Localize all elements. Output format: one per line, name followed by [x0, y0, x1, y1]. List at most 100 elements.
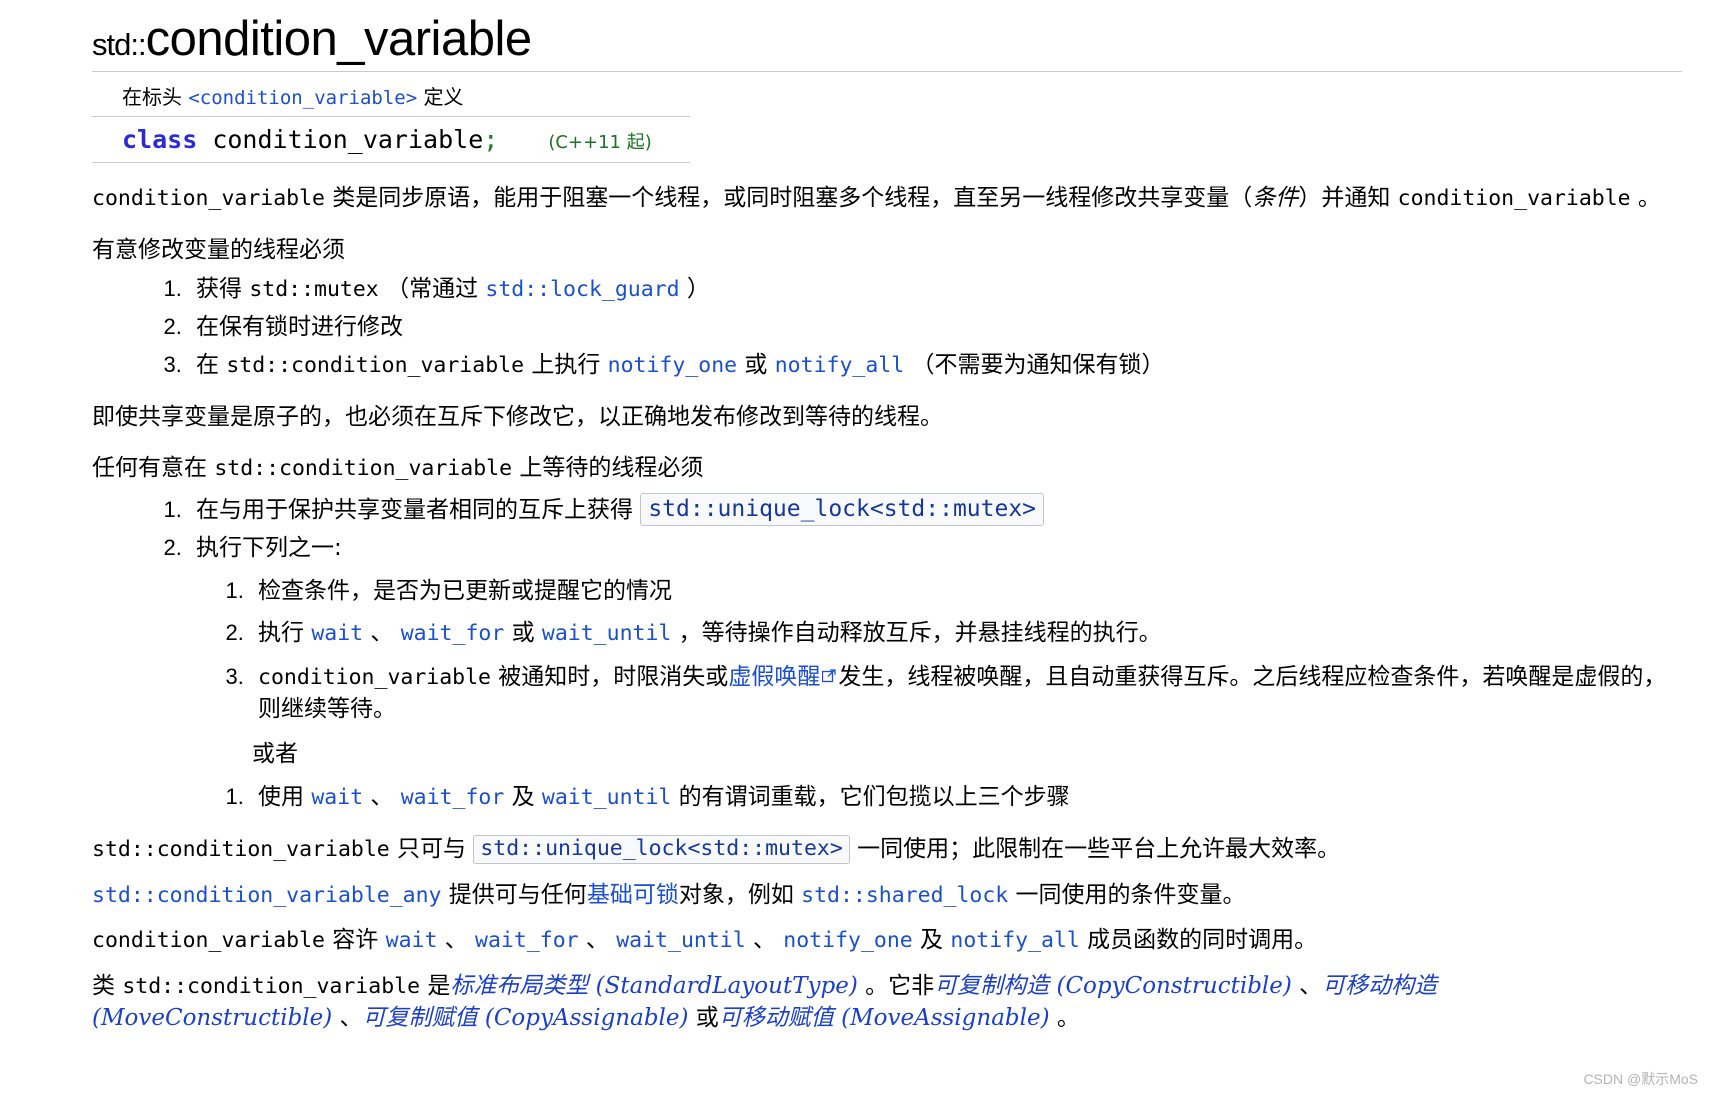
item-text: 检查条件，是否为已更新或提醒它的情况 [258, 577, 672, 604]
class-keyword: class [122, 124, 198, 154]
link-standard-layout-type[interactable]: 标准布局类型 [450, 973, 588, 999]
list-item: 在与用于保护共享变量者相同的互斥上获得 std::unique_lock<std… [188, 493, 1672, 527]
link-move-assignable-en[interactable]: (MoveAssignable) [834, 1005, 1049, 1031]
link-wait-for[interactable]: wait_for [401, 785, 505, 810]
item-sep: 、 [363, 620, 401, 647]
list-item: condition_variable 被通知时，时限消失或虚假唤醒发生，线程被唤… [250, 661, 1672, 725]
modify-intro: 有意修改变量的线程必须 [92, 236, 345, 263]
link-condition-variable-any[interactable]: std::condition_variable_any [92, 883, 442, 908]
modify-requirements-list: 获得 std::mutex （常通过 std::lock_guard ） 在保有… [92, 274, 1672, 381]
tail-code-1: std::condition_variable [92, 836, 390, 862]
intro-italic-condition: 条件 [1252, 184, 1299, 211]
intro-text-1: 类是同步原语，能用于阻塞一个线程，或同时阻塞多个线程，直至另一线程修改共享变量（ [325, 184, 1253, 211]
tail-text-9: 是 [420, 973, 451, 1000]
list-item: 执行下列之一: 检查条件，是否为已更新或提醒它的情况 执行 wait 、 wai… [188, 533, 1672, 814]
link-copy-constructible-en[interactable]: (CopyConstructible) [1049, 973, 1291, 999]
unique-lock-box-2: std::unique_lock<std::mutex> [473, 834, 850, 864]
tail-text-7: 成员函数的同时调用。 [1079, 927, 1318, 954]
intro-code-1: condition_variable [92, 185, 325, 211]
item-code: std::condition_variable [226, 352, 525, 378]
wait-alternative-list: 使用 wait 、 wait_for 及 wait_until 的有谓词重载，它… [196, 782, 1672, 814]
tail-code-2: condition_variable [92, 928, 325, 954]
link-move-constructible[interactable]: 可移动构造 [1322, 973, 1437, 999]
item-sep: 或 [504, 620, 542, 647]
defined-in-suffix: 定义 [417, 85, 464, 110]
link-standard-layout-type-en[interactable]: (StandardLayoutType) [588, 973, 858, 999]
link-spurious-wakeup[interactable]: 虚假唤醒 [728, 664, 820, 690]
item-pre: 执行 [258, 620, 312, 647]
article-body: condition_variable 类是同步原语，能用于阻塞一个线程，或同时阻… [0, 183, 1712, 1035]
item-mid-2: 或 [737, 351, 775, 378]
item-pre: 使用 [258, 784, 312, 811]
tail-text-14: 。 [1049, 1004, 1080, 1031]
item-text: 执行下列之一: [196, 534, 342, 561]
tail-sep-1: 、 [437, 927, 476, 954]
declaration-block: 在标头 <condition_variable> 定义 class condit… [92, 82, 690, 163]
declaration-row: class condition_variable; (C++11 起) [92, 117, 690, 163]
link-wait[interactable]: wait [311, 785, 363, 810]
list-item: 获得 std::mutex （常通过 std::lock_guard ） [188, 274, 1672, 306]
intro-text-3: 。 [1630, 184, 1661, 211]
list-item: 执行 wait 、 wait_for 或 wait_until ，等待操作自动释… [250, 618, 1672, 650]
intro-code-2: condition_variable [1397, 185, 1631, 211]
link-copy-assignable[interactable]: 可复制赋值 [363, 1005, 478, 1031]
declaration-code: class condition_variable; [122, 125, 498, 154]
item-code: condition_variable [258, 665, 491, 691]
item-post: ，等待操作自动释放互斥，并悬挂线程的执行。 [671, 620, 1162, 647]
link-wait[interactable]: wait [311, 621, 363, 646]
link-wait-for[interactable]: wait_for [475, 928, 579, 953]
link-copy-constructible[interactable]: 可复制构造 [934, 973, 1049, 999]
tail-text-2: 一同使用；此限制在一些平台上允许最大效率。 [849, 835, 1341, 862]
list-item: 使用 wait 、 wait_for 及 wait_until 的有谓词重载，它… [250, 782, 1672, 814]
tail-text-3: 提供可与任何 [441, 881, 587, 908]
unique-lock-box: std::unique_lock<std::mutex> [640, 493, 1045, 526]
tail-sep-4: 及 [912, 927, 951, 954]
wait-intro-code: std::condition_variable [214, 456, 513, 482]
link-wait-for[interactable]: wait_for [401, 621, 505, 646]
link-move-assignable[interactable]: 可移动赋值 [719, 1005, 834, 1031]
tail-sep-2: 、 [578, 927, 617, 954]
wait-requirements-list: 在与用于保护共享变量者相同的互斥上获得 std::unique_lock<std… [92, 493, 1672, 814]
item-mid: 被通知时，时限消失或 [491, 664, 729, 691]
item-pre: 获得 [196, 276, 250, 303]
article-page: std::condition_variable 在标头 <condition_v… [0, 0, 1712, 1097]
item-mid: （常通过 [378, 276, 486, 303]
item-text: 在与用于保护共享变量者相同的互斥上获得 [196, 497, 641, 524]
atomic-note-paragraph: 即使共享变量是原子的，也必须在互斥下修改它，以正确地发布修改到等待的线程。 [92, 403, 943, 430]
alternative-label: 或者 [252, 741, 298, 768]
link-notify-all[interactable]: notify_all [775, 353, 904, 378]
link-copy-assignable-en[interactable]: (CopyAssignable) [478, 1005, 689, 1031]
declaration-semicolon: ; [483, 124, 499, 154]
link-notify-one[interactable]: notify_one [608, 353, 737, 378]
header-link[interactable]: <condition_variable> [188, 87, 417, 109]
list-item: 在保有锁时进行修改 [188, 312, 1672, 344]
link-notify-all[interactable]: notify_all [950, 928, 1079, 953]
item-pre: 在 [196, 351, 227, 378]
wait-options-list: 检查条件，是否为已更新或提醒它的情况 执行 wait 、 wait_for 或 … [196, 576, 1672, 726]
tail-text-11: 、 [1291, 973, 1323, 1000]
link-notify-one[interactable]: notify_one [783, 928, 912, 953]
tail-text-1: 只可与 [389, 835, 474, 862]
link-wait[interactable]: wait [386, 928, 438, 953]
declaration-identifier: condition_variable [197, 124, 484, 154]
link-wait-until[interactable]: wait_until [616, 928, 745, 953]
tail-text-13: 或 [688, 1004, 719, 1031]
tail-text-12: 、 [332, 1004, 363, 1031]
list-item: 检查条件，是否为已更新或提醒它的情况 [250, 576, 1672, 608]
tail-text-8: 类 [92, 973, 123, 1000]
watermark: CSDN @默示MoS [1583, 1071, 1698, 1087]
link-wait-until[interactable]: wait_until [542, 621, 671, 646]
since-tag: (C++11 起) [548, 131, 652, 153]
page-title-namespace: std:: [92, 27, 147, 62]
link-move-constructible-en[interactable]: (MoveConstructible) [92, 1005, 332, 1031]
link-lock-guard[interactable]: std::lock_guard [485, 277, 679, 302]
defined-in-prefix: 在标头 [122, 85, 189, 110]
type-traits-paragraph: 类 std::condition_variable 是标准布局类型 (Stand… [92, 971, 1672, 1034]
item-post: ） [679, 276, 710, 303]
link-shared-lock[interactable]: std::shared_lock [801, 883, 1008, 908]
link-basic-lockable[interactable]: 基础可锁 [587, 882, 679, 908]
wait-intro-pre: 任何有意在 [92, 455, 215, 482]
link-wait-until[interactable]: wait_until [542, 785, 671, 810]
title-divider [92, 71, 1682, 73]
item-code: std::mutex [249, 277, 379, 303]
